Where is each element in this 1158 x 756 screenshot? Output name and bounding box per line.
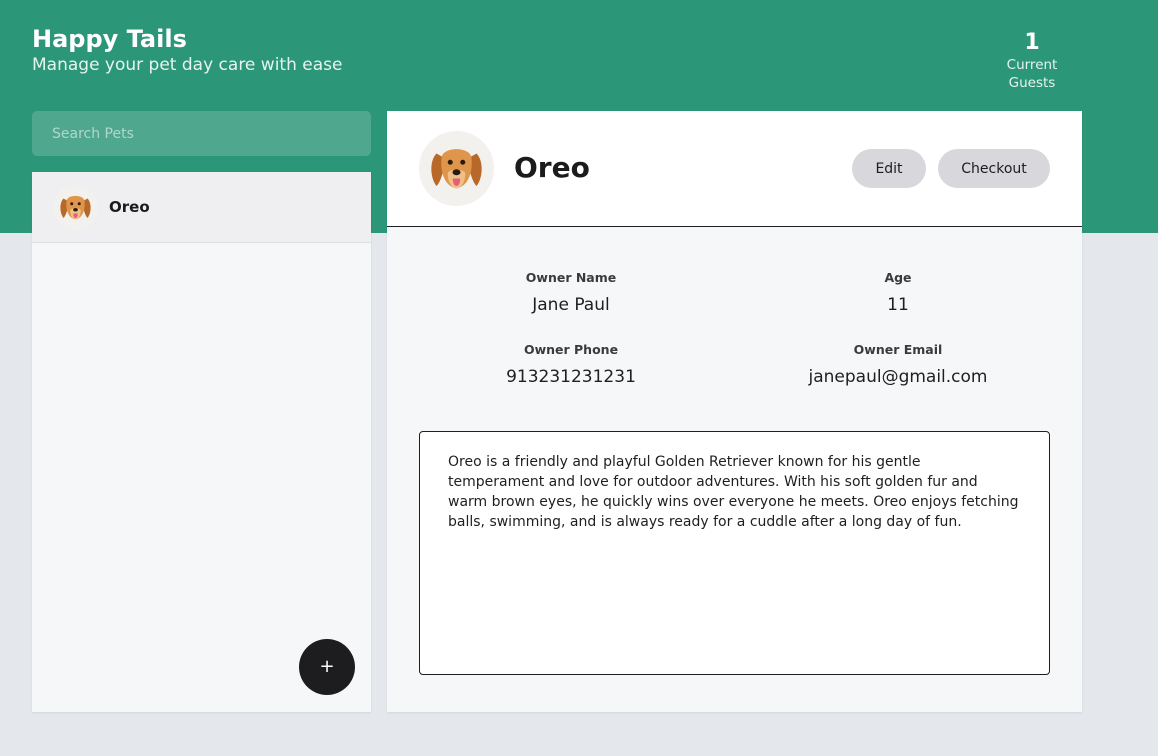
app-subtitle: Manage your pet day care with ease: [32, 55, 343, 75]
age-label: Age: [884, 270, 912, 285]
current-guests-stat: 1 Current Guests: [982, 30, 1082, 92]
owner-phone-label: Owner Phone: [523, 342, 619, 357]
owner-name-field: Owner Name Jane Paul: [451, 270, 691, 316]
pet-avatar: [53, 184, 98, 230]
list-item[interactable]: Oreo: [32, 172, 371, 243]
pet-notes: Oreo is a friendly and playful Golden Re…: [419, 431, 1050, 675]
owner-name-value: Jane Paul: [532, 295, 610, 315]
checkout-button[interactable]: Checkout: [938, 149, 1050, 188]
owner-email-label: Owner Email: [853, 342, 943, 357]
app-title: Happy Tails: [32, 25, 187, 53]
golden-retriever-icon: [53, 184, 98, 230]
owner-phone-field: Owner Phone 913231231231: [451, 342, 691, 388]
pet-detail-name: Oreo: [514, 151, 590, 184]
age-value: 11: [887, 295, 909, 315]
pet-name: Oreo: [109, 198, 150, 216]
golden-retriever-icon: [419, 131, 494, 206]
add-pet-button[interactable]: +: [299, 639, 355, 695]
pet-detail-avatar: [419, 131, 494, 206]
pet-detail-panel: Oreo Edit Checkout Owner Name Jane Paul …: [387, 111, 1082, 712]
search-input[interactable]: [32, 111, 371, 156]
pet-list: Oreo +: [32, 172, 371, 712]
edit-button[interactable]: Edit: [852, 149, 926, 188]
app-brand: Happy Tails Manage your pet day care wit…: [32, 25, 342, 76]
age-field: Age 11: [778, 270, 1018, 316]
guests-label: Current Guests: [1006, 57, 1058, 91]
owner-name-label: Owner Name: [525, 270, 617, 285]
pet-detail-header: Oreo Edit Checkout: [387, 111, 1082, 227]
owner-phone-value: 913231231231: [506, 367, 636, 387]
guests-count: 1: [1024, 30, 1040, 55]
owner-email-value: janepaul@gmail.com: [808, 367, 988, 387]
owner-email-field: Owner Email janepaul@gmail.com: [778, 342, 1018, 388]
